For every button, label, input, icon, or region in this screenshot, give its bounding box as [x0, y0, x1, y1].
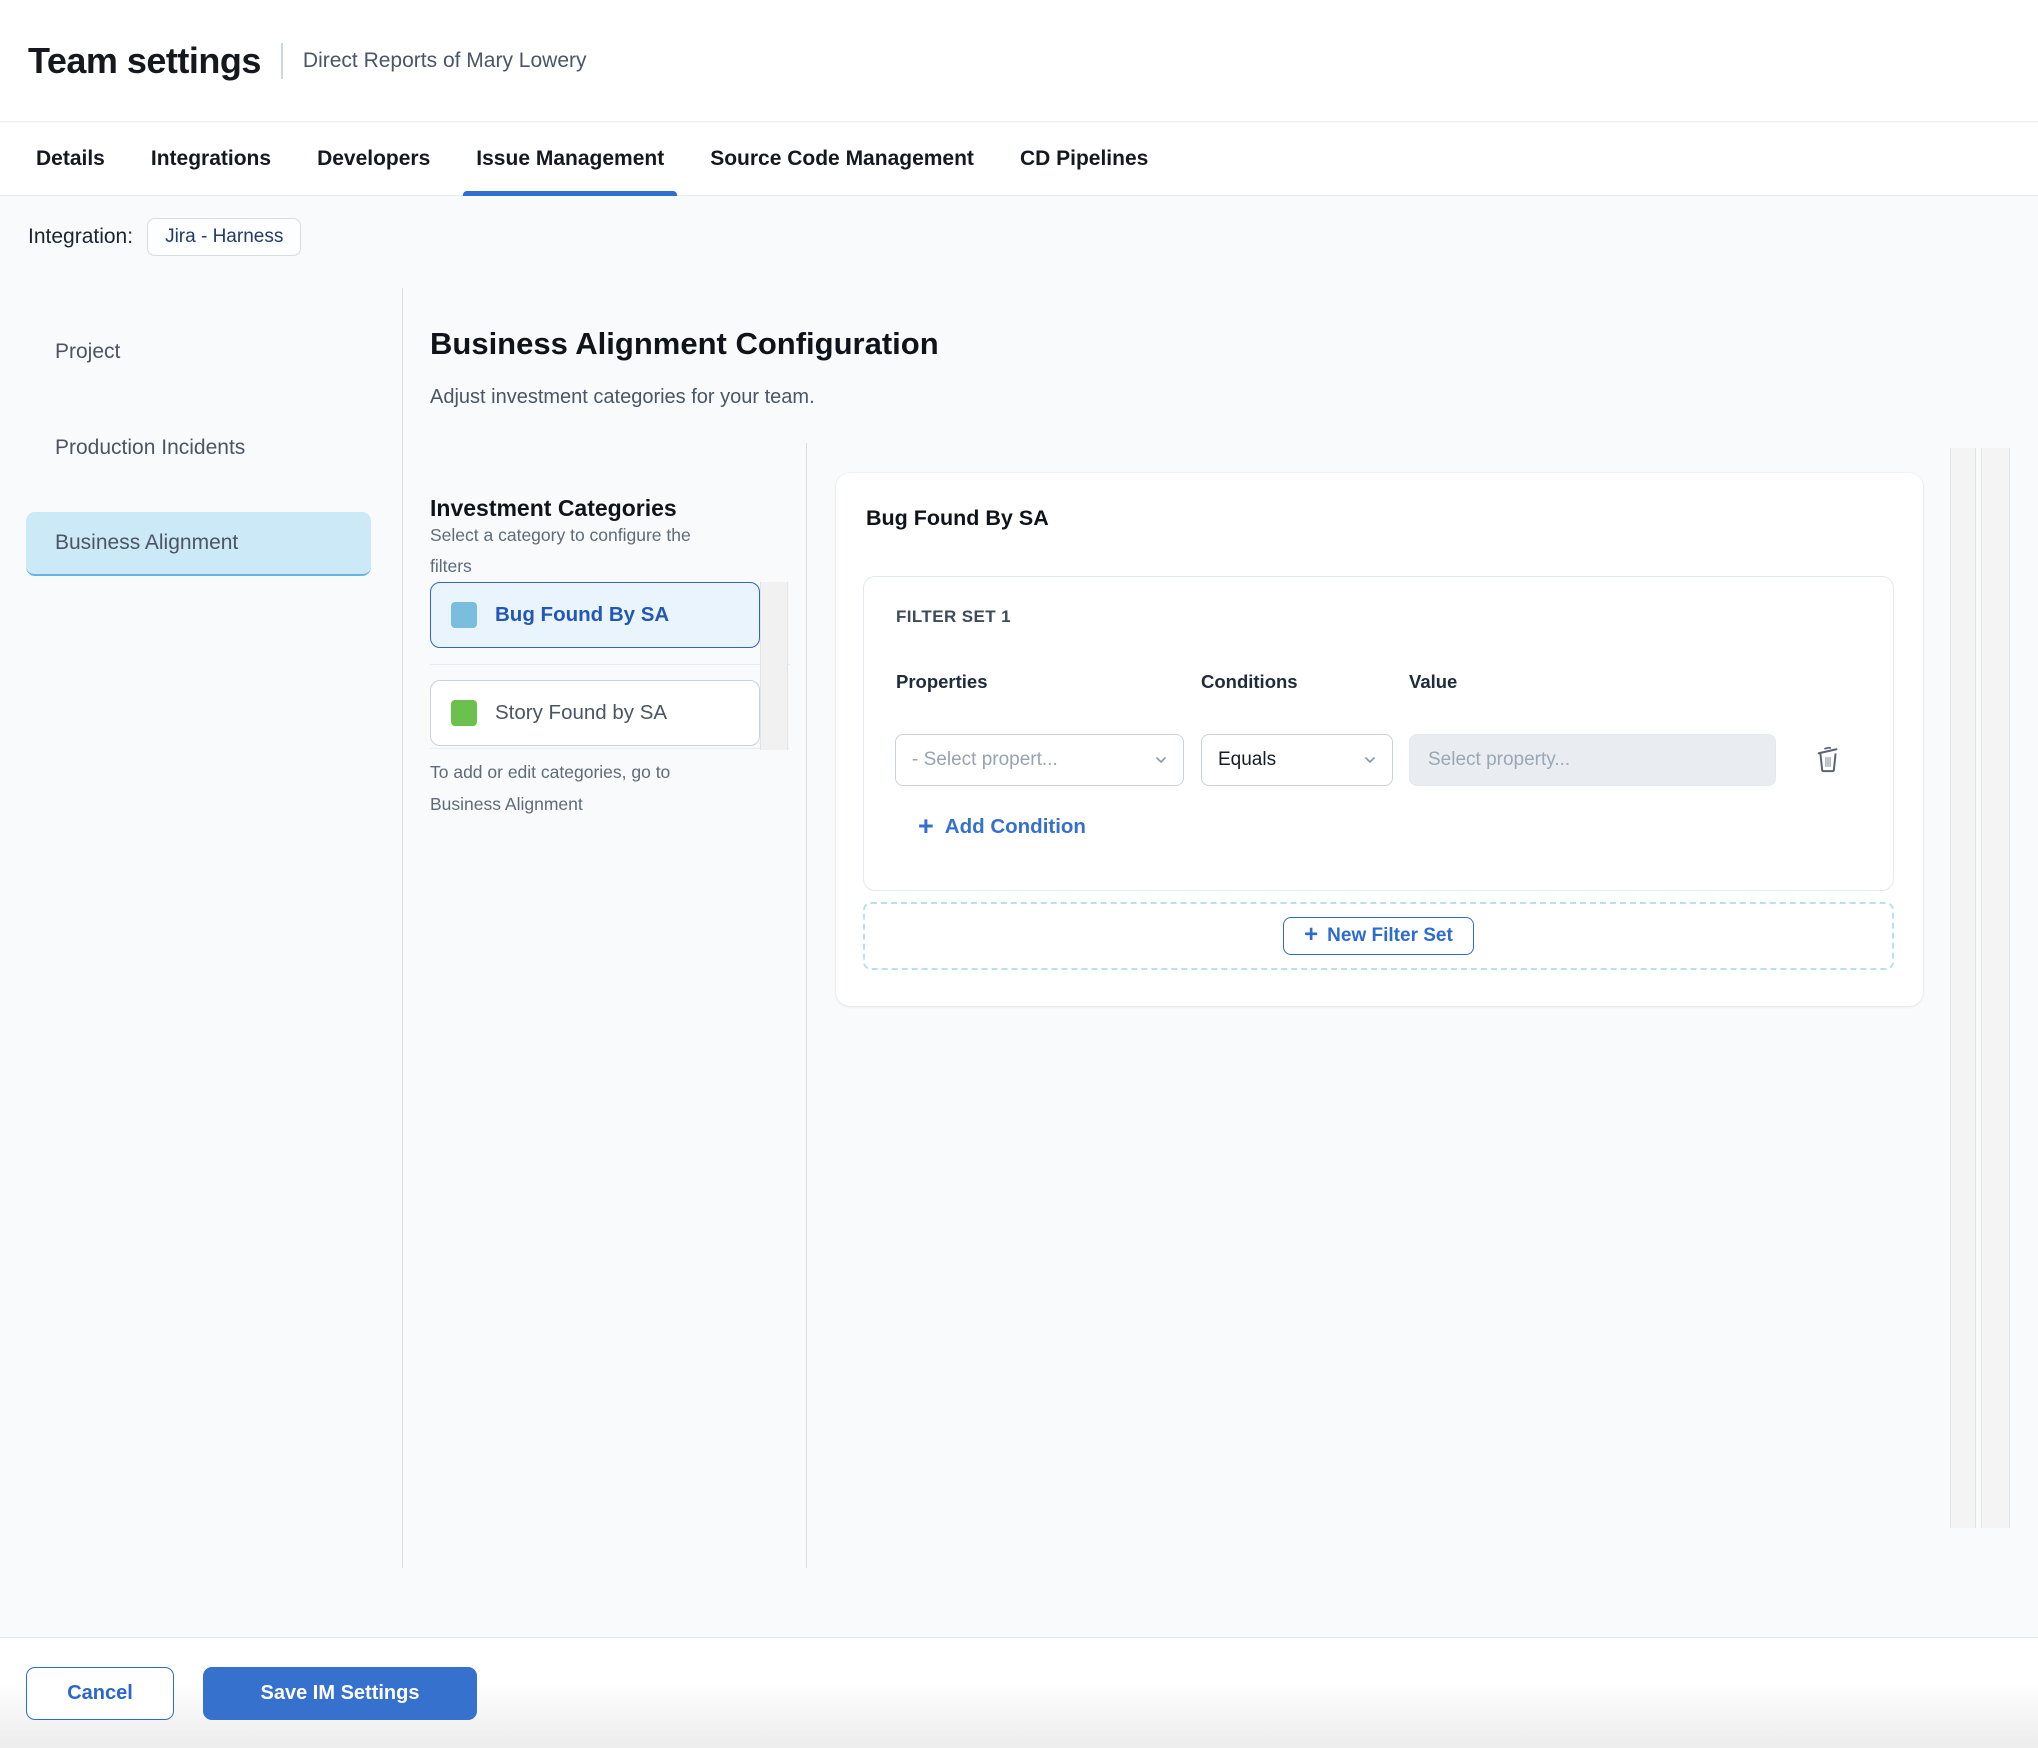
property-select-placeholder: - Select propert...	[912, 749, 1058, 770]
inner-scrollbar[interactable]	[1981, 448, 2010, 1528]
section-subtitle: Adjust investment categories for your te…	[430, 386, 815, 408]
tab-source-code-management[interactable]: Source Code Management	[710, 123, 974, 195]
outer-scrollbar[interactable]	[1950, 448, 1976, 1528]
chevron-down-icon	[1156, 757, 1166, 763]
cancel-button[interactable]: Cancel	[26, 1666, 174, 1720]
page-subtitle: Direct Reports of Mary Lowery	[302, 48, 587, 72]
category-label: Story Found by SA	[495, 701, 668, 724]
page-header: Team settings Direct Reports of Mary Low…	[0, 0, 2038, 122]
add-condition-label: Add Condition	[944, 815, 1086, 838]
category-color-swatch-blue	[451, 602, 477, 628]
investment-categories-heading: Investment Categories	[430, 495, 677, 521]
condition-select[interactable]: Equals	[1201, 734, 1393, 786]
trash-icon	[1817, 746, 1838, 773]
category-row: Story Found by SA	[430, 680, 790, 749]
settings-footer: Cancel Save IM Settings	[0, 1637, 2038, 1748]
column-header-value: Value	[1409, 671, 1458, 692]
plus-icon: +	[918, 811, 934, 841]
settings-tabbar: Details Integrations Developers Issue Ma…	[0, 123, 2038, 196]
new-filter-set-label: New Filter Set	[1327, 925, 1453, 946]
property-select[interactable]: - Select propert...	[895, 734, 1184, 786]
tab-developers[interactable]: Developers	[317, 123, 430, 195]
category-list-scrollbar[interactable]	[760, 582, 788, 750]
investment-categories-hint: Select a category to configure the filte…	[430, 525, 691, 576]
card-title: Bug Found By SA	[866, 506, 1049, 530]
category-label: Bug Found By SA	[495, 603, 670, 626]
delete-condition-button[interactable]	[1808, 735, 1848, 783]
team-settings-page: Team settings Direct Reports of Mary Low…	[0, 0, 2038, 1748]
filter-set-label: FILTER SET 1	[896, 607, 1011, 626]
tab-issue-management[interactable]: Issue Management	[463, 123, 678, 196]
integration-row: Integration: Jira - Harness	[28, 218, 302, 256]
categories-divider	[806, 443, 807, 1568]
chevron-down-icon	[1365, 757, 1375, 763]
category-bug-found-by-sa[interactable]: Bug Found By SA	[430, 582, 760, 648]
title-separator	[280, 42, 283, 79]
sidebar-divider	[402, 288, 403, 1568]
condition-select-value: Equals	[1218, 749, 1277, 770]
integration-label: Integration:	[28, 225, 134, 248]
integration-chip[interactable]: Jira - Harness	[147, 218, 302, 256]
sidebar-item-project[interactable]: Project	[26, 320, 371, 384]
category-color-swatch-green	[451, 700, 477, 726]
category-story-found-by-sa[interactable]: Story Found by SA	[430, 680, 760, 746]
add-condition-button[interactable]: + Add Condition	[918, 811, 1086, 841]
plus-icon: +	[1304, 921, 1319, 948]
page-title: Team settings	[28, 39, 261, 81]
column-header-conditions: Conditions	[1201, 671, 1298, 692]
filter-set-1: FILTER SET 1 Properties Conditions Value…	[863, 576, 1894, 891]
new-filter-set-button[interactable]: + New Filter Set	[1283, 917, 1474, 955]
tab-details[interactable]: Details	[36, 123, 105, 195]
value-input[interactable]	[1426, 748, 1759, 772]
save-im-settings-button[interactable]: Save IM Settings	[203, 1666, 477, 1720]
categories-footnote: To add or edit categories, go to Busines…	[430, 762, 671, 814]
category-config-card: Bug Found By SA FILTER SET 1 Properties …	[836, 473, 1923, 1006]
tab-integrations[interactable]: Integrations	[151, 123, 271, 195]
section-title: Business Alignment Configuration	[430, 326, 939, 361]
value-field-wrap	[1409, 734, 1776, 786]
category-row: Bug Found By SA	[430, 582, 790, 665]
tab-cd-pipelines[interactable]: CD Pipelines	[1020, 123, 1148, 195]
sidebar-item-business-alignment[interactable]: Business Alignment	[26, 512, 371, 576]
sidebar-item-production-incidents[interactable]: Production Incidents	[26, 416, 371, 480]
new-filter-set-dropzone: + New Filter Set	[863, 902, 1894, 970]
column-header-properties: Properties	[896, 671, 988, 692]
category-list: Bug Found By SA Story Found by SA	[430, 582, 790, 749]
